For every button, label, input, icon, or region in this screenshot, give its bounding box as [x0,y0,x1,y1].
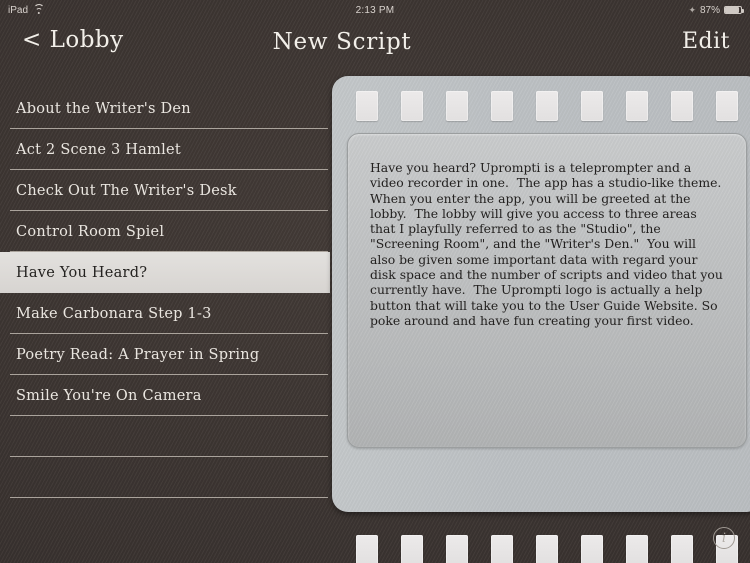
status-bar-time: 2:13 PM [355,4,395,16]
list-item[interactable]: Control Room Spiel [0,211,330,252]
list-item-label: About the Writer's Den [16,100,191,117]
script-list: About the Writer's Den Act 2 Scene 3 Haml… [0,88,330,563]
page-title: New Script [272,29,412,55]
film-sprocket-hole [671,535,693,563]
film-sprocket-hole [581,535,603,563]
list-item-label: Have You Heard? [16,264,148,281]
list-item-label: Act 2 Scene 3 Hamlet [16,141,181,158]
navigation-bar: < Lobby New Script Edit [0,20,750,72]
list-item[interactable]: Check Out The Writer's Desk [0,170,330,211]
info-icon[interactable]: i [713,527,735,549]
list-item-empty [0,457,330,498]
film-sprockets-top [356,90,738,122]
list-item[interactable]: Make Carbonara Step 1-3 [0,293,330,334]
film-sprocket-hole [536,91,558,121]
bluetooth-icon: ✦ [688,4,696,15]
list-item-label: Poetry Read: A Prayer in Spring [16,346,260,363]
film-sprocket-hole [491,535,513,563]
film-sprocket-hole [536,535,558,563]
edit-button[interactable]: Edit [682,29,730,54]
film-sprocket-hole [626,91,648,121]
app-root: iPad 2:13 PM ✦ 87% < Lobby New Script Ed… [0,0,750,563]
film-sprocket-hole [716,91,738,121]
list-item-label: Smile You're On Camera [16,387,202,404]
film-sprocket-hole [626,535,648,563]
film-sprocket-hole [401,91,423,121]
list-item-empty [0,416,330,457]
list-item[interactable]: Poetry Read: A Prayer in Spring [0,334,330,375]
film-sprocket-hole [446,91,468,121]
film-sprocket-hole [581,91,603,121]
film-sprockets-bottom [356,534,738,563]
film-sprocket-hole [446,535,468,563]
script-text-area[interactable]: Have you heard? Uprompti is a teleprompt… [347,133,747,448]
film-sprocket-hole [671,91,693,121]
film-sprocket-hole [491,91,513,121]
film-sprocket-hole [356,535,378,563]
film-sprocket-hole [356,91,378,121]
list-item[interactable]: Act 2 Scene 3 Hamlet [0,129,330,170]
film-strip-panel: Have you heard? Uprompti is a teleprompt… [332,76,750,563]
list-item[interactable]: Have You Heard? [0,252,330,293]
list-item-label: Check Out The Writer's Desk [16,182,237,199]
film-sprocket-hole [401,535,423,563]
list-item-label: Make Carbonara Step 1-3 [16,305,212,322]
list-item-label: Control Room Spiel [16,223,165,240]
status-bar: iPad 2:13 PM ✦ 87% [0,0,750,20]
list-item[interactable]: Smile You're On Camera [0,375,330,416]
battery-icon [724,6,744,14]
list-separator [10,497,328,498]
list-item[interactable]: About the Writer's Den [0,88,330,129]
script-body-text: Have you heard? Uprompti is a teleprompt… [370,160,730,328]
